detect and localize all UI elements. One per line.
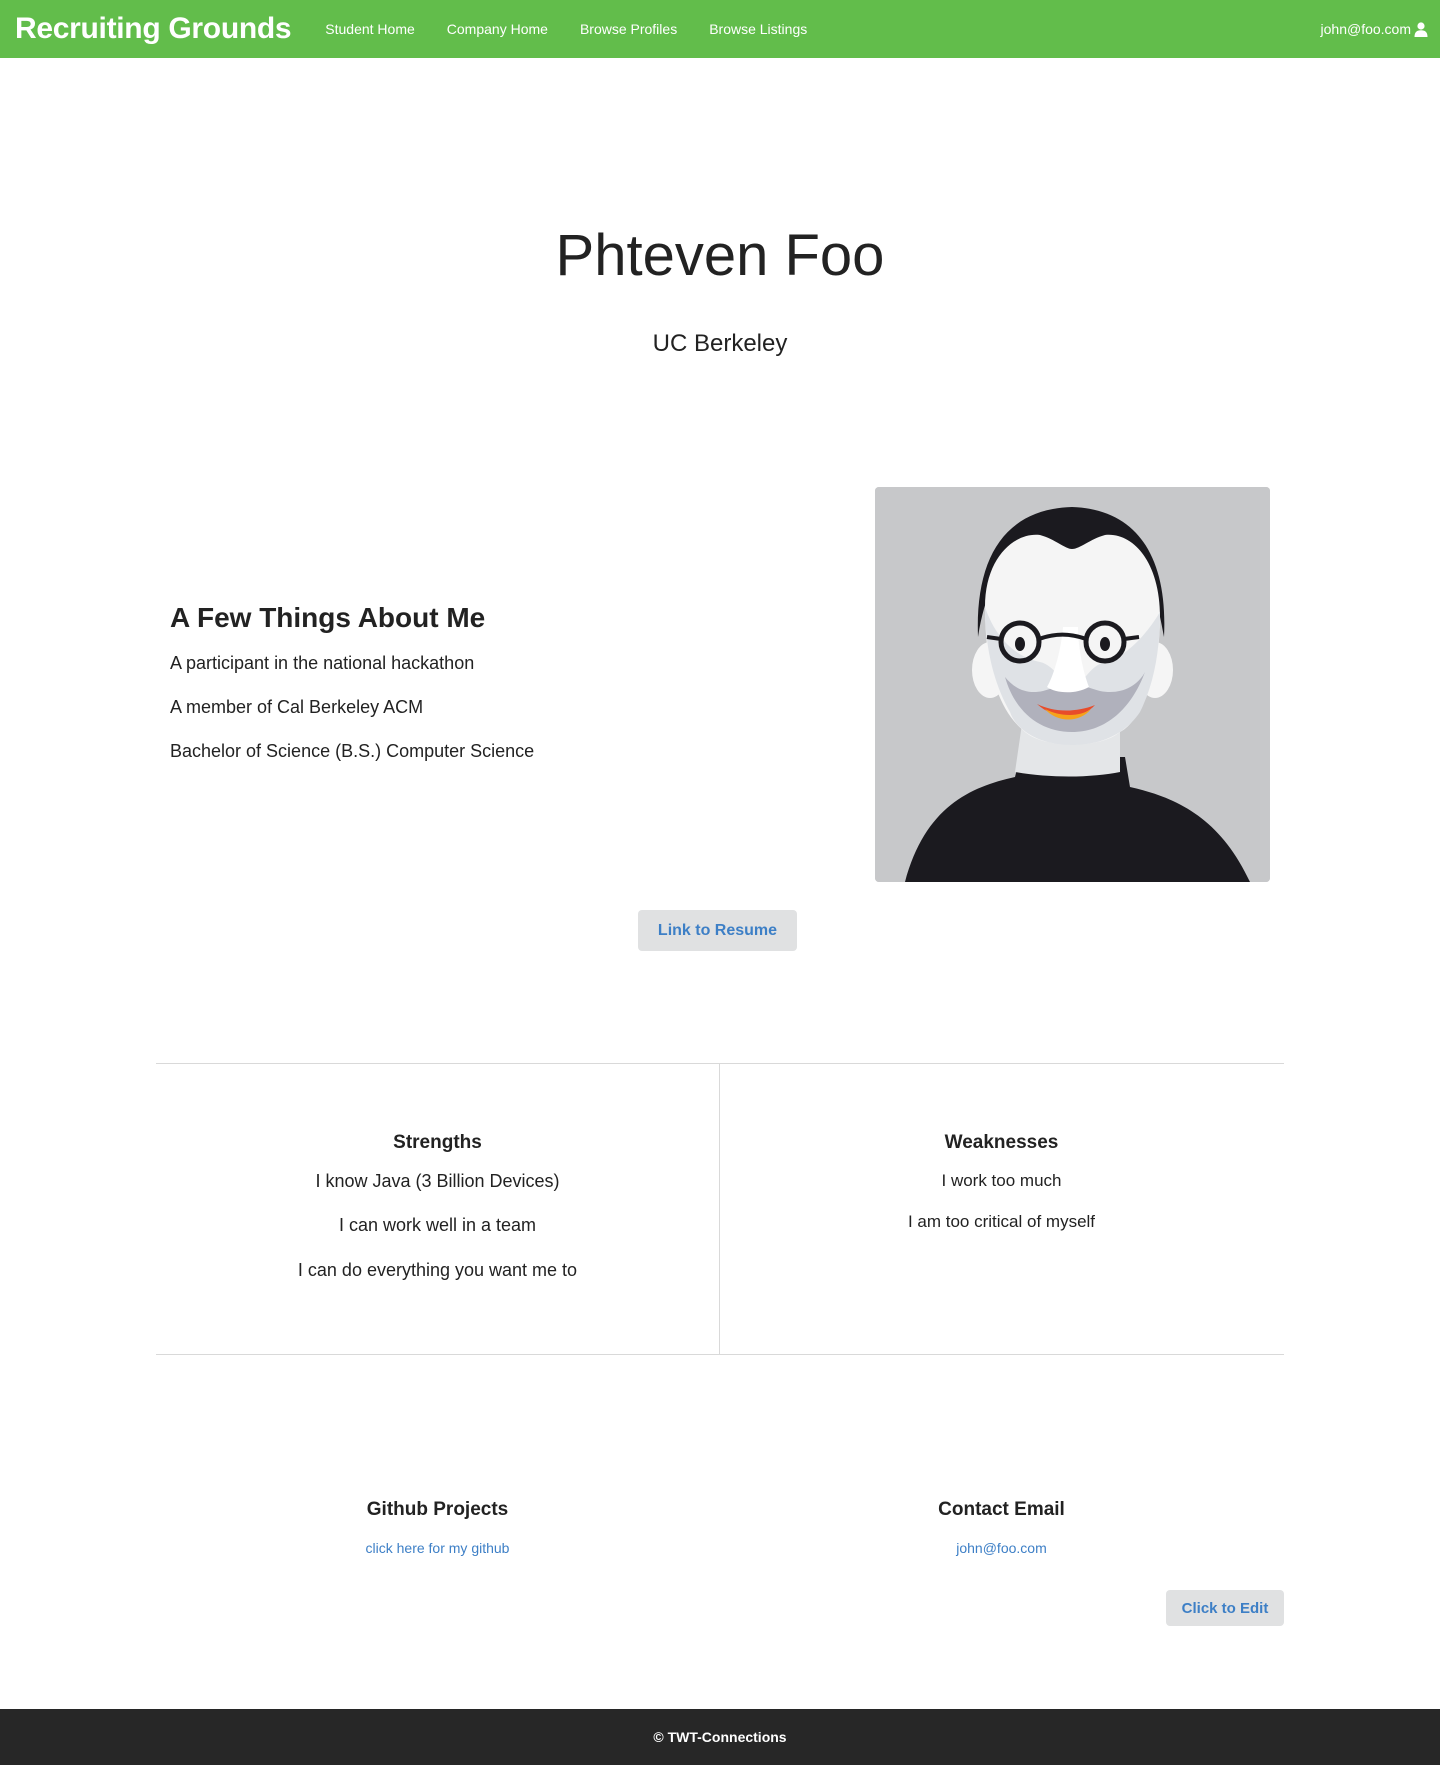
strength-item: I can do everything you want me to — [297, 1260, 578, 1280]
weakness-item: I work too much — [941, 1171, 1062, 1190]
divider — [156, 1354, 1284, 1355]
brand-logo[interactable]: Recruiting Grounds — [15, 12, 292, 46]
profile-avatar — [875, 487, 1270, 882]
divider — [156, 1063, 1284, 1064]
strength-item: I can work well in a team — [338, 1215, 537, 1235]
user-menu[interactable]: john@foo.com — [1321, 0, 1428, 58]
nav-link-company-home[interactable]: Company Home — [431, 21, 564, 37]
contact-title: Contact Email — [938, 1499, 1065, 1520]
footer: © TWT-Connections — [0, 1709, 1440, 1765]
resume-link-button[interactable]: Link to Resume — [638, 910, 797, 951]
user-email: john@foo.com — [1320, 21, 1411, 37]
contact-email-link[interactable]: john@foo.com — [956, 1540, 1046, 1556]
github-title: Github Projects — [366, 1499, 509, 1520]
profile-school: UC Berkeley — [652, 330, 788, 357]
user-icon — [1414, 21, 1428, 37]
footer-copyright: © TWT-Connections — [653, 1729, 787, 1745]
github-link[interactable]: click here for my github — [366, 1540, 510, 1556]
strength-item: I know Java (3 Billion Devices) — [315, 1171, 560, 1191]
profile-name: Phteven Foo — [555, 223, 885, 288]
about-title: A Few Things About Me — [170, 602, 486, 633]
nav-link-browse-profiles[interactable]: Browse Profiles — [564, 21, 693, 37]
edit-button[interactable]: Click to Edit — [1166, 1590, 1284, 1626]
weakness-item: I am too critical of myself — [907, 1212, 1096, 1231]
nav-link-browse-listings[interactable]: Browse Listings — [693, 21, 823, 37]
about-item: A participant in the national hackathon — [170, 653, 475, 673]
about-item: A member of Cal Berkeley ACM — [170, 697, 424, 717]
nav-link-student-home[interactable]: Student Home — [309, 21, 431, 37]
about-item: Bachelor of Science (B.S.) Computer Scie… — [170, 741, 535, 761]
navbar: Recruiting Grounds Student Home Company … — [0, 0, 1440, 58]
weaknesses-title: Weaknesses — [944, 1132, 1059, 1153]
divider — [719, 1063, 720, 1354]
strengths-title: Strengths — [393, 1132, 482, 1153]
